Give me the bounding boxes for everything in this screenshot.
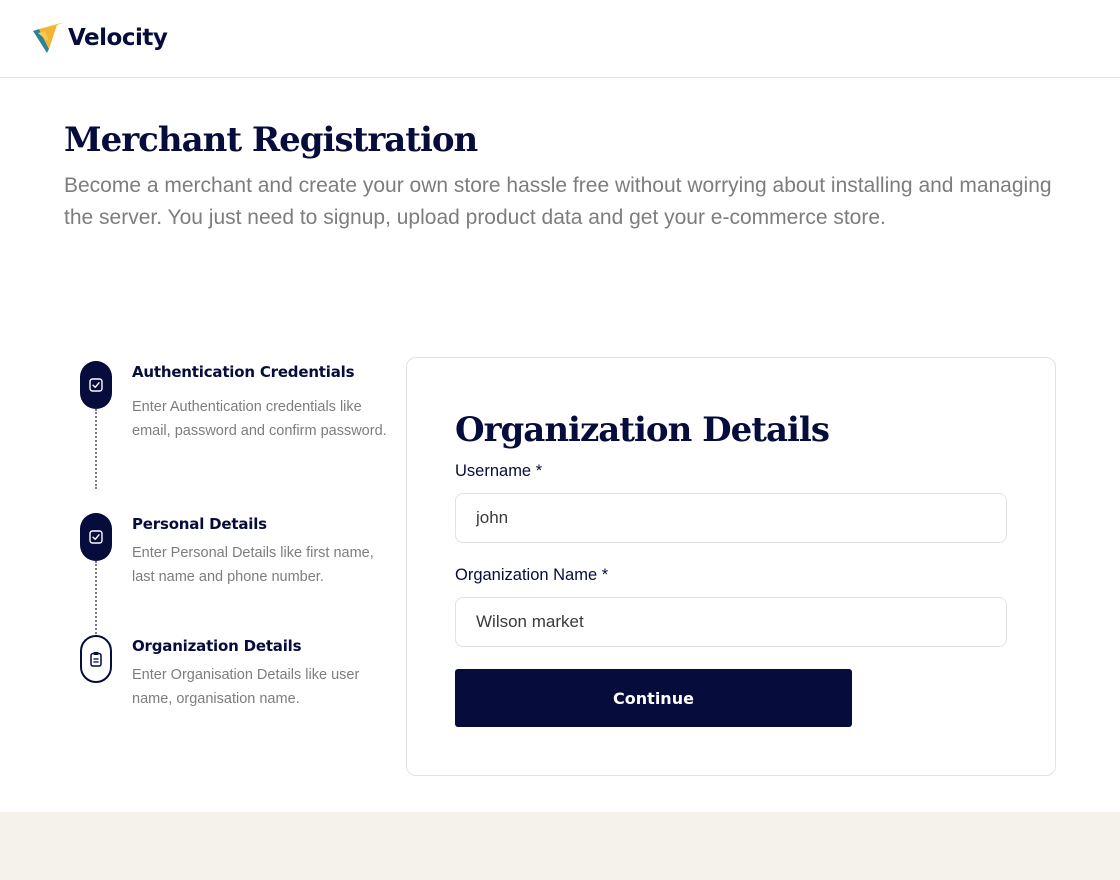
footer-band: [0, 812, 1120, 880]
step-title: Organization Details: [132, 637, 302, 655]
step-status-badge: [80, 513, 112, 561]
top-navbar: Velocity: [0, 0, 1120, 78]
check-square-icon: [89, 530, 103, 544]
step-status-badge: [80, 635, 112, 683]
organization-name-input[interactable]: [455, 597, 1007, 647]
page-title: Merchant Registration: [64, 120, 478, 160]
page-description: Become a merchant and create your own st…: [64, 174, 1052, 229]
continue-button[interactable]: Continue: [455, 669, 852, 727]
step-description: Enter Organisation Details like user nam…: [132, 667, 360, 707]
step-title: Personal Details: [132, 515, 267, 533]
step-title: Authentication Credentials: [132, 363, 355, 381]
username-label: Username *: [455, 462, 543, 480]
organization-details-card: Organization Details Username * Organiza…: [406, 357, 1056, 776]
step-connector: [95, 409, 97, 489]
step-description: Enter Personal Details like first name, …: [132, 545, 374, 585]
check-square-icon: [89, 378, 103, 392]
step-status-badge: [80, 361, 112, 409]
step-connector: [95, 561, 97, 637]
brand-name: Velocity: [68, 24, 168, 51]
velocity-logo-icon: [33, 22, 65, 53]
form-title: Organization Details: [455, 410, 830, 450]
brand-logo[interactable]: Velocity: [33, 22, 168, 53]
step-description: Enter Authentication credentials like em…: [132, 399, 387, 439]
organization-name-label: Organization Name *: [455, 566, 609, 584]
username-input[interactable]: [455, 493, 1007, 543]
clipboard-icon: [90, 652, 102, 667]
